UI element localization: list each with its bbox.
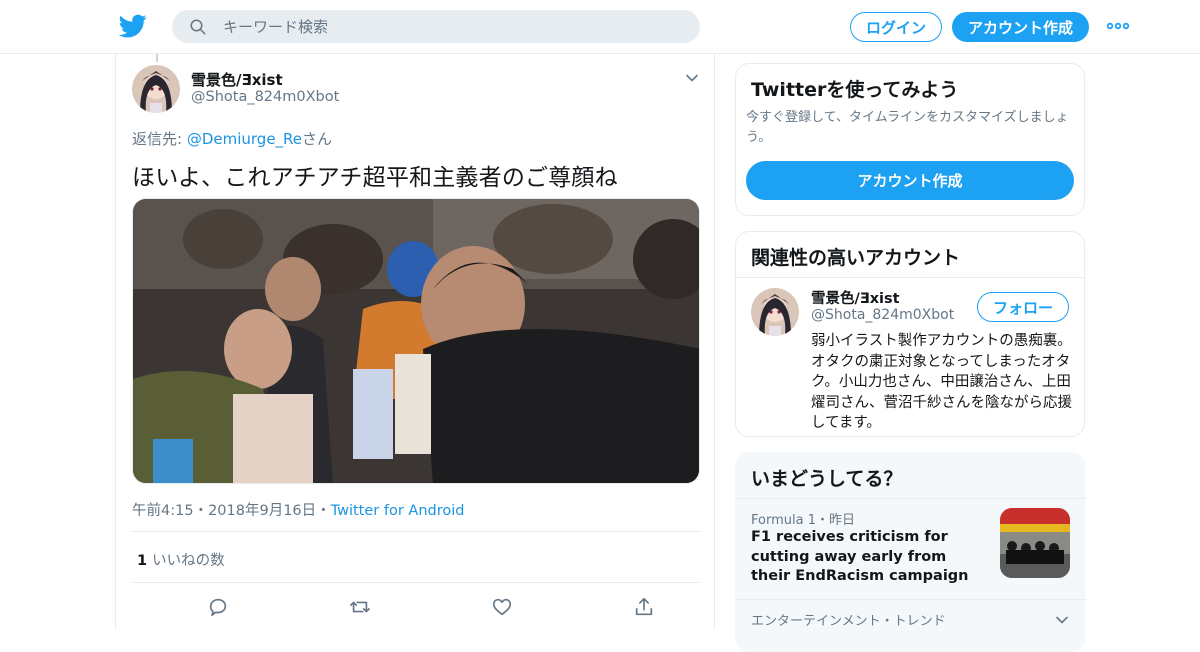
reply-prefix: 返信先:	[132, 130, 187, 148]
divider	[736, 599, 1086, 600]
search-input[interactable]	[223, 17, 663, 36]
tweet-permalink: 雪景色/Ǝxist @Shota_824m0Xbot 返信先: @Demiurg…	[115, 54, 715, 630]
trend-context: エンターテインメント・トレンド	[751, 614, 946, 629]
divider	[132, 582, 700, 583]
signup-button[interactable]: アカウント作成	[952, 12, 1089, 42]
trend-thumbnail[interactable]	[1000, 508, 1070, 578]
tweet-source-link[interactable]: Twitter for Android	[331, 503, 465, 519]
related-account-handle[interactable]: @Shota_824m0Xbot	[811, 307, 954, 323]
share-icon[interactable]	[633, 596, 655, 618]
like-stats[interactable]: 1 いいねの数	[137, 549, 225, 570]
avatar[interactable]	[132, 65, 180, 113]
more-icon[interactable]	[1106, 18, 1130, 34]
related-accounts-card: 関連性の高いアカウント 雪景色/Ǝxist @Shota_824m0Xbot フ…	[735, 231, 1085, 437]
tweet-photo[interactable]	[132, 198, 700, 484]
reply-mention-link[interactable]: @Demiurge_Re	[187, 130, 302, 148]
like-label: いいねの数	[152, 553, 225, 569]
tweet-text: ほいよ、これアチアチ超平和主義者のご尊顔ね	[132, 165, 618, 191]
divider	[736, 498, 1086, 499]
thread-connector	[156, 54, 158, 62]
signup-card-title: Twitterを使ってみよう	[751, 79, 959, 101]
reply-suffix: さん	[302, 130, 333, 148]
author-handle[interactable]: @Shota_824m0Xbot	[191, 89, 339, 105]
search-bar[interactable]	[172, 10, 700, 43]
signup-card-button[interactable]: アカウント作成	[746, 161, 1074, 200]
signup-card: Twitterを使ってみよう 今すぐ登録して、タイムラインをカスタマイズしましょ…	[735, 63, 1085, 216]
twitter-bird-icon[interactable]	[119, 12, 147, 40]
chevron-down-icon[interactable]	[1054, 612, 1070, 628]
search-icon	[190, 19, 206, 34]
follow-button[interactable]: フォロー	[977, 292, 1069, 322]
related-accounts-title: 関連性の高いアカウント	[751, 247, 961, 269]
tweet-date[interactable]: 2018年9月16日	[208, 503, 316, 519]
retweet-icon[interactable]	[349, 596, 371, 618]
chevron-down-icon[interactable]	[684, 70, 700, 86]
login-button[interactable]: ログイン	[850, 12, 942, 42]
like-count: 1	[137, 553, 148, 569]
related-account-bio: 弱小イラスト製作アカウントの愚痴裏。オタクの粛正対象となってしまったオタク。小山…	[811, 333, 1072, 431]
reply-context: 返信先: @Demiurge_Reさん	[132, 128, 332, 149]
trend-headline[interactable]: F1 receives criticism for cutting away e…	[751, 528, 986, 587]
author-name[interactable]: 雪景色/Ǝxist	[191, 69, 283, 90]
tweet-time[interactable]: 午前4:15	[132, 503, 194, 519]
signup-card-description: 今すぐ登録して、タイムラインをカスタマイズしましょう。	[746, 110, 1069, 145]
related-account-name[interactable]: 雪景色/Ǝxist	[811, 287, 900, 308]
divider	[132, 531, 700, 532]
avatar[interactable]	[751, 288, 799, 336]
trend-context: Formula 1・昨日	[751, 513, 855, 528]
reply-icon[interactable]	[207, 596, 229, 618]
tweet-actions	[132, 596, 700, 622]
top-nav-bar: ログイン アカウント作成	[0, 0, 1200, 54]
trends-card: いまどうしてる？ Formula 1・昨日 F1 receives critic…	[735, 452, 1086, 652]
divider	[736, 277, 1084, 278]
meta-separator: ・	[193, 503, 209, 519]
meta-separator: ・	[316, 503, 331, 519]
like-heart-icon[interactable]	[491, 596, 513, 618]
trends-title: いまどうしてる？	[751, 468, 903, 490]
tweet-timestamp-row: 午前4:15・2018年9月16日・Twitter for Android	[132, 499, 464, 520]
